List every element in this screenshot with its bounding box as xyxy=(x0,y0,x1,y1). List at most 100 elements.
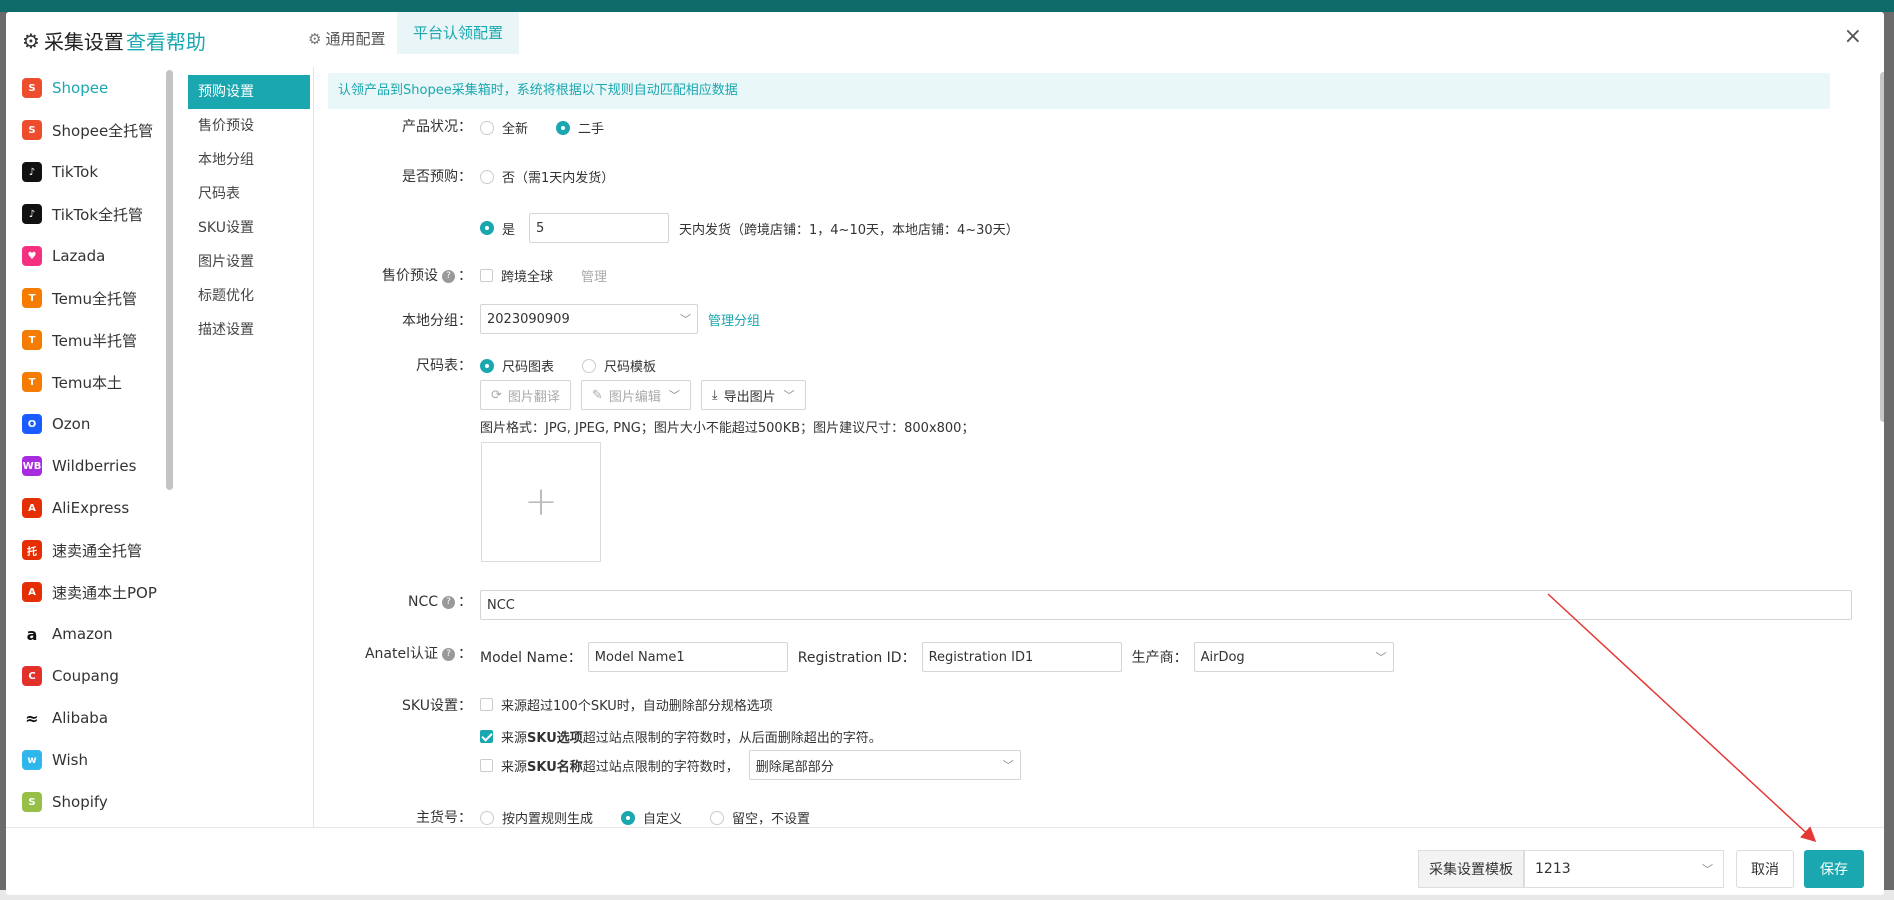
subnav-item[interactable]: 售价预设 xyxy=(188,109,310,143)
tab-platform-config[interactable]: 平台认领配置 xyxy=(397,12,520,54)
help-icon[interactable]: ? xyxy=(442,269,455,283)
form-scrollbar[interactable] xyxy=(1880,72,1884,422)
radio-icon xyxy=(480,221,494,235)
sidebar-item-platform[interactable]: S Shopee全托管 xyxy=(6,109,176,151)
price-preset-label: 售价预设?： xyxy=(322,265,472,285)
refresh-icon: ⟳ xyxy=(491,387,502,403)
help-link[interactable]: 查看帮助 xyxy=(126,26,206,55)
condition-used-radio[interactable]: 二手 xyxy=(556,118,604,137)
select-value: 2023090909 xyxy=(487,311,570,327)
info-banner: 认领产品到Shopee采集箱时，系统将根据以下规则自动匹配相应数据 xyxy=(328,73,1830,109)
help-icon[interactable]: ? xyxy=(442,595,455,609)
sidebar-item-platform[interactable]: WB Wildberries xyxy=(6,445,176,487)
radio-icon xyxy=(480,169,494,184)
cancel-button[interactable]: 取消 xyxy=(1736,850,1794,888)
manage-group-link[interactable]: 管理分组 xyxy=(708,310,760,329)
save-button[interactable]: 保存 xyxy=(1804,850,1864,888)
checkbox-icon xyxy=(480,698,493,711)
platform-sidebar: S Shopee S Shopee全托管 ♪ TikTok ♪ TikTok全托管 ♥ Lazad… xyxy=(6,67,176,827)
radio-icon xyxy=(621,810,636,825)
sidebar-item-platform[interactable]: ≈ Alibaba xyxy=(6,697,176,739)
sidebar-item-label: Shopee xyxy=(52,79,109,97)
checkbox-icon xyxy=(480,730,493,743)
image-upload-area[interactable]: + xyxy=(481,442,601,562)
sidebar-scrollbar[interactable] xyxy=(166,70,173,490)
sku-name-trim-select[interactable]: 删除尾部部分 ﹀ xyxy=(748,750,1021,780)
subnav-item[interactable]: 标题优化 xyxy=(188,279,310,313)
sidebar-item-platform[interactable]: a Amazon xyxy=(6,613,176,655)
sidebar-item-label: Wildberries xyxy=(52,457,137,475)
export-image-button[interactable]: ⤓ 导出图片 ﹀ xyxy=(700,380,806,410)
local-group-select[interactable]: 2023090909 ﹀ xyxy=(480,304,698,334)
model-name-input[interactable]: Model Name1 xyxy=(587,642,788,672)
subnav-item[interactable]: 尺码表 xyxy=(188,177,310,211)
sidebar-item-label: Alibaba xyxy=(52,709,109,727)
price-preset-label-text: 售价预设 xyxy=(382,268,438,284)
option-label: 自定义 xyxy=(643,812,683,827)
chevron-down-icon: ﹀ xyxy=(668,389,680,402)
button-label: 图片翻译 xyxy=(507,389,560,405)
sidebar-item-platform[interactable]: A AliExpress xyxy=(6,487,176,529)
template-select[interactable]: 1213 ﹀ xyxy=(1524,850,1724,888)
settings-form: 认领产品到Shopee采集箱时，系统将根据以下规则自动匹配相应数据 产品状况： … xyxy=(322,67,1862,827)
sku-over-100-checkbox[interactable]: 来源超过100个SKU时，自动删除部分规格选项 xyxy=(480,695,773,714)
select-value: 删除尾部部分 xyxy=(755,759,834,775)
preorder-no-radio[interactable]: 否（需1天内发货） xyxy=(480,167,614,186)
sidebar-item-platform[interactable]: S Shopify xyxy=(6,781,176,823)
sidebar-item-platform[interactable]: C Coupang xyxy=(6,655,176,697)
sidebar-item-platform[interactable]: T Temu全托管 xyxy=(6,277,176,319)
sidebar-item-label: 速卖通本土POP xyxy=(52,583,157,602)
sidebar-item-platform[interactable]: ♪ TikTok全托管 xyxy=(6,193,176,235)
sidebar-item-label: Shopee全托管 xyxy=(52,121,154,140)
sidebar-item-platform[interactable]: ♥ Lazada xyxy=(6,235,176,277)
main-sku-empty-radio[interactable]: 留空，不设置 xyxy=(710,808,810,827)
sidebar-item-label: Wish xyxy=(52,751,88,769)
chevron-down-icon: ﹀ xyxy=(1002,759,1014,772)
sidebar-item-platform[interactable]: A 速卖通本土POP xyxy=(6,571,176,613)
sidebar-item-label: Lazada xyxy=(52,247,106,265)
subnav-item[interactable]: SKU设置 xyxy=(188,211,310,245)
preorder-label: 是否预购： xyxy=(402,169,472,185)
preorder-yes-radio[interactable]: 是 xyxy=(480,219,515,238)
ncc-label-text: NCC xyxy=(407,594,438,610)
main-sku-custom-radio[interactable]: 自定义 xyxy=(621,808,682,827)
sidebar-item-platform[interactable]: O Ozon xyxy=(6,403,176,445)
sidebar-item-platform[interactable]: S Shopee xyxy=(6,67,176,109)
option-label: 来源 xyxy=(501,759,528,775)
select-value: 1213 xyxy=(1535,861,1571,877)
subnav-item[interactable]: 图片设置 xyxy=(188,245,310,279)
ncc-input[interactable]: NCC xyxy=(480,590,1852,620)
sidebar-item-platform[interactable]: 托速卖通全托管 xyxy=(6,529,176,571)
sidebar-item-label: Amazon xyxy=(52,625,113,643)
preorder-days-input[interactable]: 5 xyxy=(529,213,670,243)
price-manage-link[interactable]: 管理 xyxy=(581,266,607,285)
condition-new-radio[interactable]: 全新 xyxy=(480,118,528,137)
close-icon[interactable]: × xyxy=(1844,24,1862,49)
sku-option-trim-checkbox[interactable]: 来源 SKU选项 超过站点限制的字符数时，从后面删除超出的字符。 xyxy=(480,727,882,746)
cross-border-global-checkbox[interactable]: 跨境全球 xyxy=(480,266,553,285)
sidebar-item-platform[interactable]: T Temu半托管 xyxy=(6,319,176,361)
sku-name-trim-checkbox[interactable]: 来源 SKU名称 超过站点限制的字符数时， xyxy=(480,756,739,775)
option-label: 二手 xyxy=(578,122,605,137)
sidebar-item-platform[interactable]: T Temu本土 xyxy=(6,361,176,403)
option-label: 跨境全球 xyxy=(501,270,554,285)
template-label: 采集设置模板 xyxy=(1418,850,1524,888)
help-icon[interactable]: ? xyxy=(442,647,455,661)
tab-general-config[interactable]: ⚙ 通用配置 xyxy=(292,12,401,67)
sidebar-item-platform[interactable]: ♪ TikTok xyxy=(6,151,176,193)
option-label: 尺码模板 xyxy=(604,360,657,375)
registration-id-input[interactable]: Registration ID1 xyxy=(921,642,1122,672)
image-edit-button[interactable]: ✎ 图片编辑 ﹀ xyxy=(580,380,691,410)
size-chart-radio[interactable]: 尺码图表 xyxy=(480,356,554,375)
gear-icon: ⚙ xyxy=(22,28,40,53)
image-translate-button[interactable]: ⟳ 图片翻译 xyxy=(480,380,571,410)
size-template-radio[interactable]: 尺码模板 xyxy=(582,356,656,375)
subnav-item[interactable]: 描述设置 xyxy=(188,313,310,347)
subnav-item[interactable]: 预购设置 xyxy=(188,75,310,109)
sidebar-item-label: Temu半托管 xyxy=(52,331,137,350)
manufacturer-select[interactable]: AirDog ﹀ xyxy=(1193,642,1394,672)
sidebar-item-platform[interactable]: w Wish xyxy=(6,739,176,781)
subnav-item[interactable]: 本地分组 xyxy=(188,143,310,177)
collect-settings-dialog: ⚙ 采集设置 查看帮助 ⚙ 通用配置 平台认领配置 × S Shopee S Shope… xyxy=(6,12,1884,895)
main-sku-builtin-radio[interactable]: 按内置规则生成 xyxy=(480,808,593,827)
